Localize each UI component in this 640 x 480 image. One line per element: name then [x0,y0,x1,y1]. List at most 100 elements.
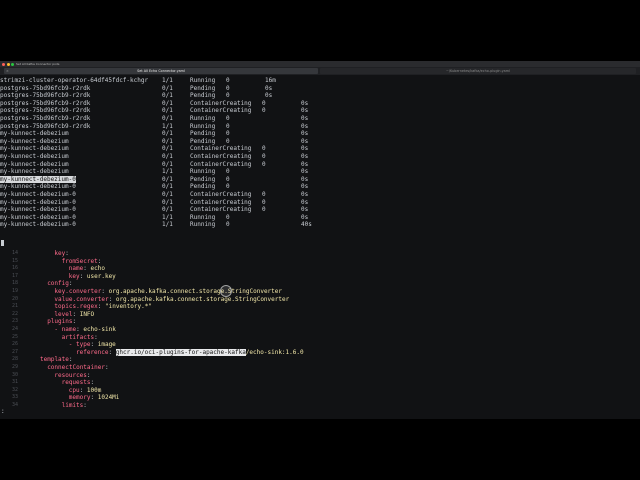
pod-ready: 0/1 [162,137,173,145]
pod-ready: 0/1 [162,175,173,183]
pod-row: my-kunnect-debezium-0 1/1 Running 0 0s [0,214,640,222]
yaml-value: 100m [86,386,102,394]
pod-restarts: 0 [262,107,266,115]
yaml-separator: : [79,272,84,280]
close-tab-icon[interactable]: × [6,68,9,74]
pod-restarts: 0 [226,175,230,183]
yaml-separator: : [76,325,80,333]
pod-row: postgres-75bd96fcb9-r2rdk 0/1 Running 0 0s [0,115,640,123]
pod-name: my-kunnect-debezium-0 [0,198,76,206]
line-number: 27 [11,348,18,355]
line-number: 19 [11,287,18,294]
yaml-key: memory [68,394,91,402]
yaml-editor[interactable]: 14 key: 15 fromSecret: 16 name: echo 17 key: … [0,250,640,409]
pod-age: 0s [301,183,309,191]
pod-age: 0s [301,152,309,160]
pod-ready: 0/1 [162,114,173,122]
pod-age: 0s [301,107,309,115]
yaml-key: reference [76,348,109,356]
line-number: 15 [11,257,18,264]
yaml-key: value.converter [54,295,109,303]
tab-label: Set All Echo Connector.yaml [137,69,185,73]
pod-row: my-kunnect-debezium 0/1 Pending 0 0s [0,138,640,146]
pod-name: postgres-75bd96fcb9-r2rdk [0,114,91,122]
pod-row: postgres-75bd96fcb9-r2rdk 0/1 ContainerCre… [0,107,640,115]
pod-ready: 1/1 [162,213,173,221]
pod-row: my-kunnect-debezium 1/1 Running 0 0s [0,168,640,176]
tab-echo-plugin[interactable]: ~/Kubernetes/kafka/echo-plugin.yaml [320,68,636,74]
pod-age: 0s [301,114,309,122]
yaml-line: 27 reference: ghcr.io/oci-plugins-for-apa… [0,348,640,357]
yaml-separator: : [83,265,87,273]
yaml-separator: : [108,348,113,356]
pod-restarts: 0 [226,130,230,138]
pod-ready: 0/1 [162,183,173,191]
yaml-separator: : [90,341,95,349]
pod-age: 0s [301,160,309,168]
yaml-key: - name [54,325,77,333]
pod-ready: 0/1 [162,107,173,115]
pod-status: ContainerCreating [190,99,252,107]
tab-label: ~/Kubernetes/kafka/echo-plugin.yaml [446,69,510,73]
mouse-cursor-icon [220,285,232,297]
pod-status: Pending [190,130,216,138]
minimize-window-icon[interactable] [6,62,10,66]
yaml-key: limits [61,401,84,409]
pod-restarts: 0 [262,160,266,168]
line-number: 30 [11,371,18,378]
pod-name: my-kunnect-debezium-0 [0,183,76,191]
yaml-separator: : [72,310,77,318]
yaml-separator: : [83,401,87,409]
maximize-window-icon[interactable] [11,62,14,66]
line-number: 17 [11,272,18,279]
pod-name: my-kunnect-debezium-0 [0,206,76,214]
yaml-value: /echo-sink:1.6.0 [245,348,304,356]
pod-ready: 0/1 [162,145,173,153]
pod-ready: 0/1 [162,84,173,92]
yaml-key: resources [54,371,87,379]
pod-restarts: 0 [226,213,230,221]
editor-command-prompt[interactable]: : [1,408,5,415]
yaml-line: 31 requests: [0,379,640,387]
selected-text[interactable]: ghcr.io/oci-plugins-for-apache-kafka [115,348,246,356]
pod-name: my-kunnect-debezium-0 [0,190,76,198]
line-number: 26 [11,341,18,348]
line-number: 29 [11,363,18,370]
yaml-line: 26 - type: image [0,341,640,349]
pod-row: my-kunnect-debezium 0/1 Pending 0 0s [0,130,640,138]
close-window-icon[interactable] [2,62,5,66]
pod-status: Pending [190,92,216,100]
yaml-value: INFO [79,310,95,318]
pod-row: strimzi-cluster-operator-64df45fdcf-kchg… [0,77,640,85]
pod-name: postgres-75bd96fcb9-r2rdk [0,122,91,130]
pod-restarts: 0 [226,92,230,100]
yaml-separator: : [104,363,109,371]
pod-status: Pending [190,183,216,191]
pod-restarts: 0 [262,190,266,198]
yaml-separator: : [101,287,105,295]
pod-restarts: 0 [262,198,266,206]
yaml-key: level [54,310,73,318]
yaml-key: config [47,280,69,288]
yaml-line: 23 plugins: [0,318,640,326]
yaml-line: 14 key: [0,250,640,258]
pod-age: 0s [301,99,309,107]
pod-row: my-kunnect-debezium-0 0/1 Pending 0 0s [0,183,640,191]
tab-echo-connector[interactable]: × Set All Echo Connector.yaml [4,68,318,74]
pod-ready: 1/1 [162,168,173,176]
yaml-separator: : [97,257,102,265]
yaml-line: 28 template: [0,356,640,364]
pod-status: ContainerCreating [190,190,252,198]
yaml-key: name [68,265,84,273]
yaml-key: key [54,250,66,257]
yaml-separator: : [68,280,73,288]
yaml-key: artifacts [61,333,95,341]
pod-name: my-kunnect-debezium [0,145,69,153]
yaml-separator: : [90,394,95,402]
yaml-separator: : [90,379,95,387]
pod-ready: 1/1 [162,221,173,229]
pod-status: Running [190,213,216,221]
yaml-value: user.key [86,272,116,280]
line-number: 23 [11,318,18,325]
yaml-value: org.apache.kafka.connect.storage.StringC… [108,287,282,295]
